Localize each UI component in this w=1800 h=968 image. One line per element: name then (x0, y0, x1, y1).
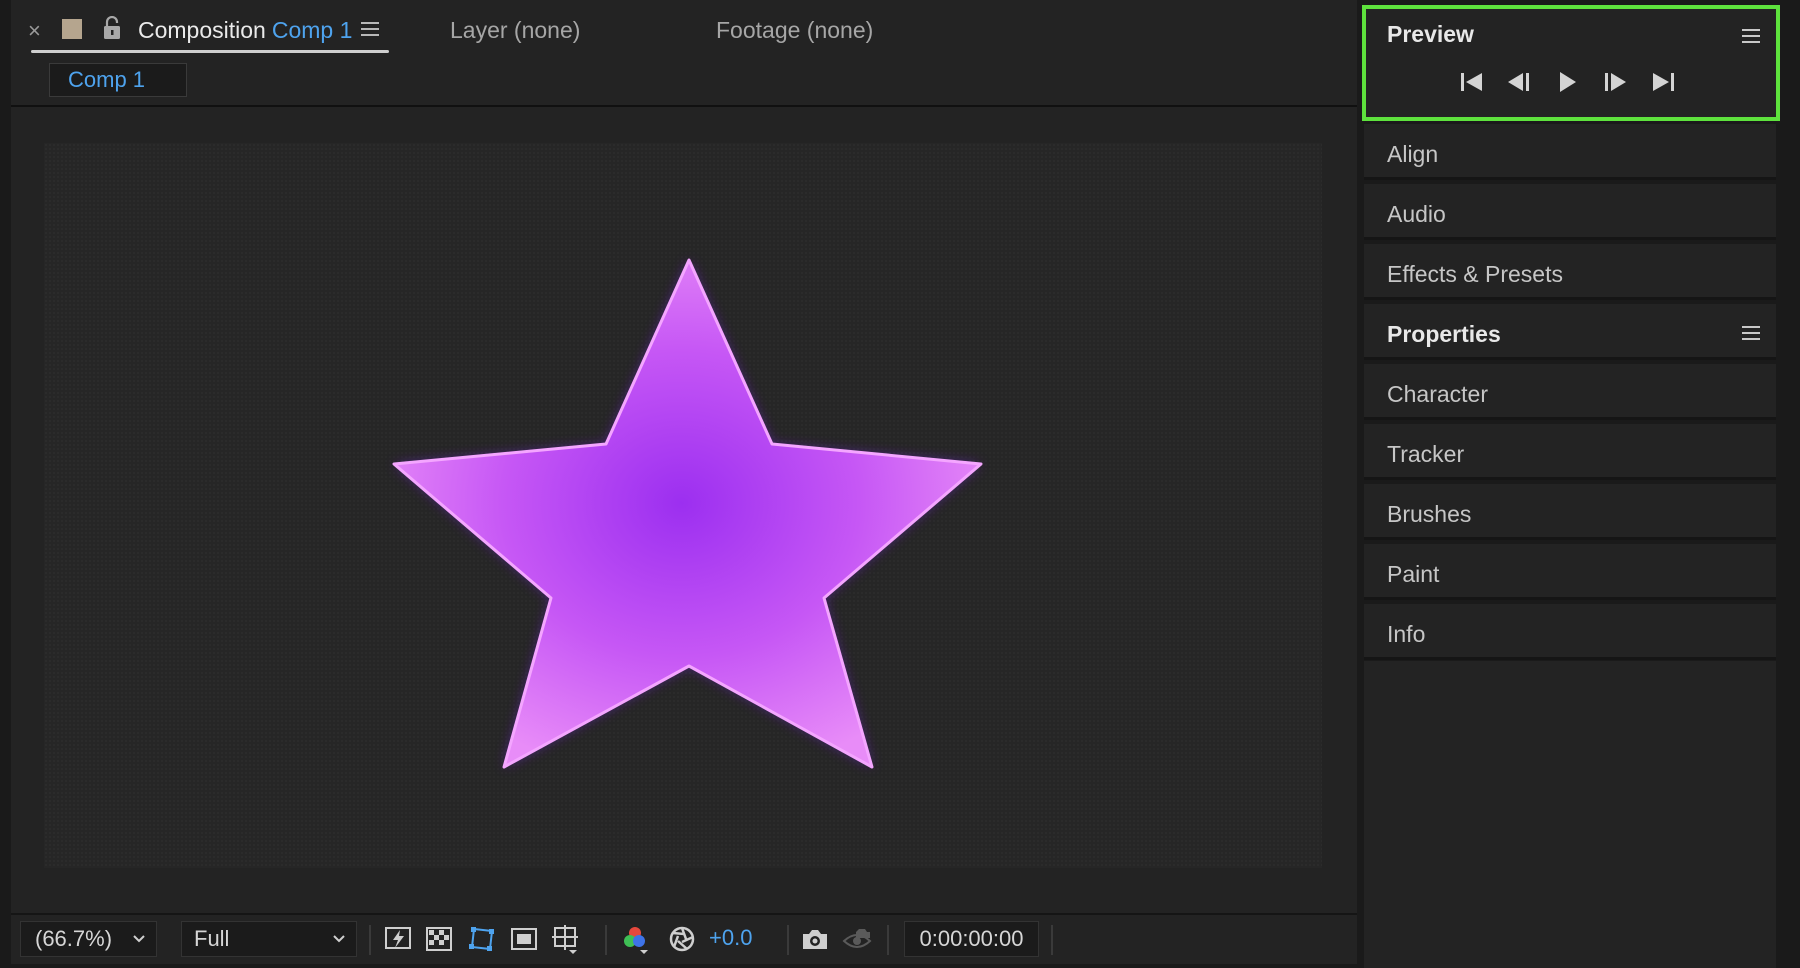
exposure-value[interactable]: +0.0 (709, 921, 752, 955)
active-tab-indicator (31, 50, 389, 53)
reset-exposure-icon[interactable] (667, 923, 697, 955)
composition-panel: × Composition Comp 1 Layer (none) Footage… (11, 0, 1357, 964)
composition-color-swatch (62, 19, 82, 39)
panel-properties[interactable]: Properties (1364, 304, 1776, 360)
current-time-display[interactable]: 0:00:00:00 (904, 921, 1039, 957)
panel-label: Paint (1387, 561, 1440, 587)
composition-tab-name: Comp 1 (271, 17, 353, 43)
divider (887, 925, 889, 955)
viewer-toolbar: (66.7%) Full +0.0 0:00:00:00 (11, 913, 1357, 964)
previous-frame-button[interactable] (1504, 67, 1534, 97)
panel-label: Tracker (1387, 441, 1465, 467)
panel-audio[interactable]: Audio (1364, 184, 1776, 240)
composition-tab-bar: × Composition Comp 1 Layer (none) Footage… (11, 0, 1357, 60)
composition-tab-title[interactable]: Composition Comp 1 (138, 14, 352, 46)
close-tab-icon[interactable]: × (28, 16, 41, 46)
panel-label: Character (1387, 381, 1488, 407)
next-frame-button[interactable] (1600, 67, 1630, 97)
divider (605, 925, 607, 955)
lock-icon[interactable] (102, 16, 122, 40)
panel-label: Effects & Presets (1387, 261, 1563, 287)
star-shape-layer[interactable] (44, 143, 1322, 868)
fast-previews-icon[interactable] (383, 923, 413, 955)
preview-controls (1364, 67, 1776, 107)
panel-label: Audio (1387, 201, 1446, 227)
panel-menu-icon[interactable] (360, 20, 380, 38)
grid-guides-icon[interactable] (550, 923, 580, 955)
magnification-value: (66.7%) (35, 926, 113, 951)
panel-character[interactable]: Character (1364, 364, 1776, 420)
magnification-dropdown[interactable]: (66.7%) (20, 921, 157, 957)
empty-panel-area (1364, 661, 1776, 968)
composition-tab-prefix: Composition (138, 17, 266, 43)
preview-panel-title[interactable]: Preview (1387, 18, 1474, 50)
panel-info[interactable]: Info (1364, 604, 1776, 660)
chevron-down-icon (333, 935, 345, 943)
panel-effects-presets[interactable]: Effects & Presets (1364, 244, 1776, 300)
divider (1051, 925, 1053, 955)
panel-label: Align (1387, 141, 1439, 167)
tab-footage[interactable]: Footage (none) (716, 14, 873, 46)
panel-tracker[interactable]: Tracker (1364, 424, 1776, 480)
play-button[interactable] (1552, 67, 1582, 97)
divider (369, 925, 371, 955)
panel-label: Info (1387, 621, 1426, 647)
panel-align[interactable]: Align (1364, 124, 1776, 180)
rgb-channels-icon[interactable] (620, 923, 650, 955)
transparency-grid-icon[interactable] (424, 923, 454, 955)
composition-viewer[interactable] (44, 143, 1322, 868)
panel-brushes[interactable]: Brushes (1364, 484, 1776, 540)
region-of-interest-icon[interactable] (509, 923, 539, 955)
preview-panel: Preview (1364, 5, 1776, 117)
panel-label: Properties (1387, 321, 1501, 347)
divider (11, 105, 1357, 107)
show-snapshot-icon[interactable] (842, 923, 872, 955)
resolution-value: Full (194, 926, 230, 951)
panel-label: Brushes (1387, 501, 1472, 527)
chevron-down-icon (133, 935, 145, 943)
snapshot-icon[interactable] (800, 923, 830, 955)
last-frame-button[interactable] (1648, 67, 1678, 97)
divider (787, 925, 789, 955)
panel-menu-icon[interactable] (1741, 27, 1761, 45)
panel-paint[interactable]: Paint (1364, 544, 1776, 600)
composition-navigator-tab[interactable]: Comp 1 (49, 63, 187, 97)
first-frame-button[interactable] (1457, 67, 1487, 97)
tab-layer[interactable]: Layer (none) (450, 14, 580, 46)
resolution-dropdown[interactable]: Full (181, 921, 357, 957)
panel-menu-icon[interactable] (1741, 324, 1761, 342)
mask-path-visibility-icon[interactable] (467, 923, 497, 955)
